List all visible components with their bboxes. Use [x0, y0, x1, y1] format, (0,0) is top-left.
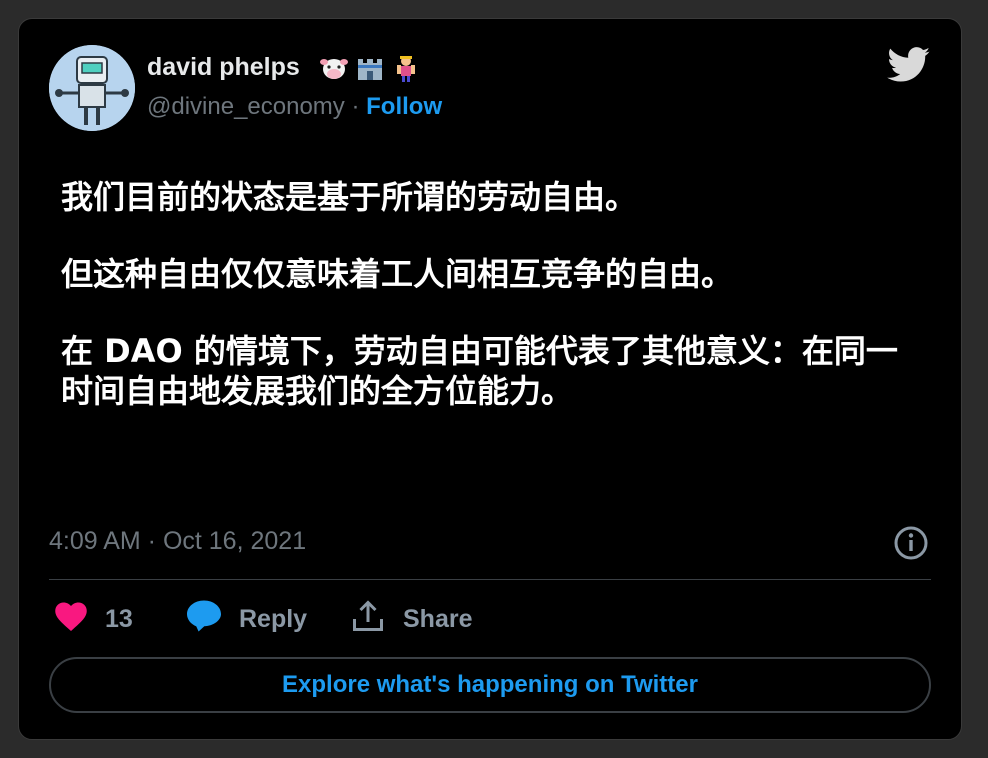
tweet-card: david phelps @divine_economy · Follow 我们… — [18, 18, 962, 740]
name-emoji-row — [319, 53, 421, 83]
tweet-text: 我们目前的状态是基于所谓的劳动自由。 但这种自由仅仅意味着工人间相互竞争的自由。… — [61, 177, 921, 448]
tweet-paragraph: 我们目前的状态是基于所谓的劳动自由。 — [61, 178, 638, 216]
cow-face-icon — [319, 53, 349, 83]
display-name[interactable]: david phelps — [147, 53, 300, 82]
handle-separator: · — [344, 93, 367, 120]
tweet-paragraph: 在 DAO 的情境下，劳动自由可能代表了其他意义：在同一时间自由地发展我们的全方… — [61, 332, 898, 410]
avatar[interactable] — [49, 45, 135, 131]
like-button[interactable]: 13 — [53, 597, 133, 641]
explore-button[interactable]: Explore what's happening on Twitter — [49, 657, 931, 713]
follow-link[interactable]: Follow — [366, 93, 442, 120]
twitter-bird-icon[interactable] — [887, 47, 931, 83]
superhero-icon — [391, 53, 421, 83]
speech-bubble-icon — [185, 599, 223, 640]
share-upload-icon — [349, 598, 387, 641]
tweet-paragraph: 但这种自由仅仅意味着工人间相互竞争的自由。 — [61, 255, 734, 293]
castle-icon — [355, 53, 385, 83]
reply-label: Reply — [239, 604, 308, 633]
like-count: 13 — [105, 604, 133, 633]
tweet-timestamp[interactable]: 4:09 AM · Oct 16, 2021 — [49, 527, 306, 556]
info-icon[interactable] — [893, 525, 929, 561]
reply-button[interactable]: Reply — [185, 597, 307, 641]
user-handle[interactable]: @divine_economy — [147, 93, 345, 120]
share-button[interactable]: Share — [349, 597, 472, 641]
heart-icon — [53, 600, 89, 639]
robot-avatar-icon — [49, 45, 135, 131]
handle-row: @divine_economy · Follow — [147, 93, 442, 121]
share-label: Share — [403, 604, 473, 633]
divider — [49, 579, 931, 580]
